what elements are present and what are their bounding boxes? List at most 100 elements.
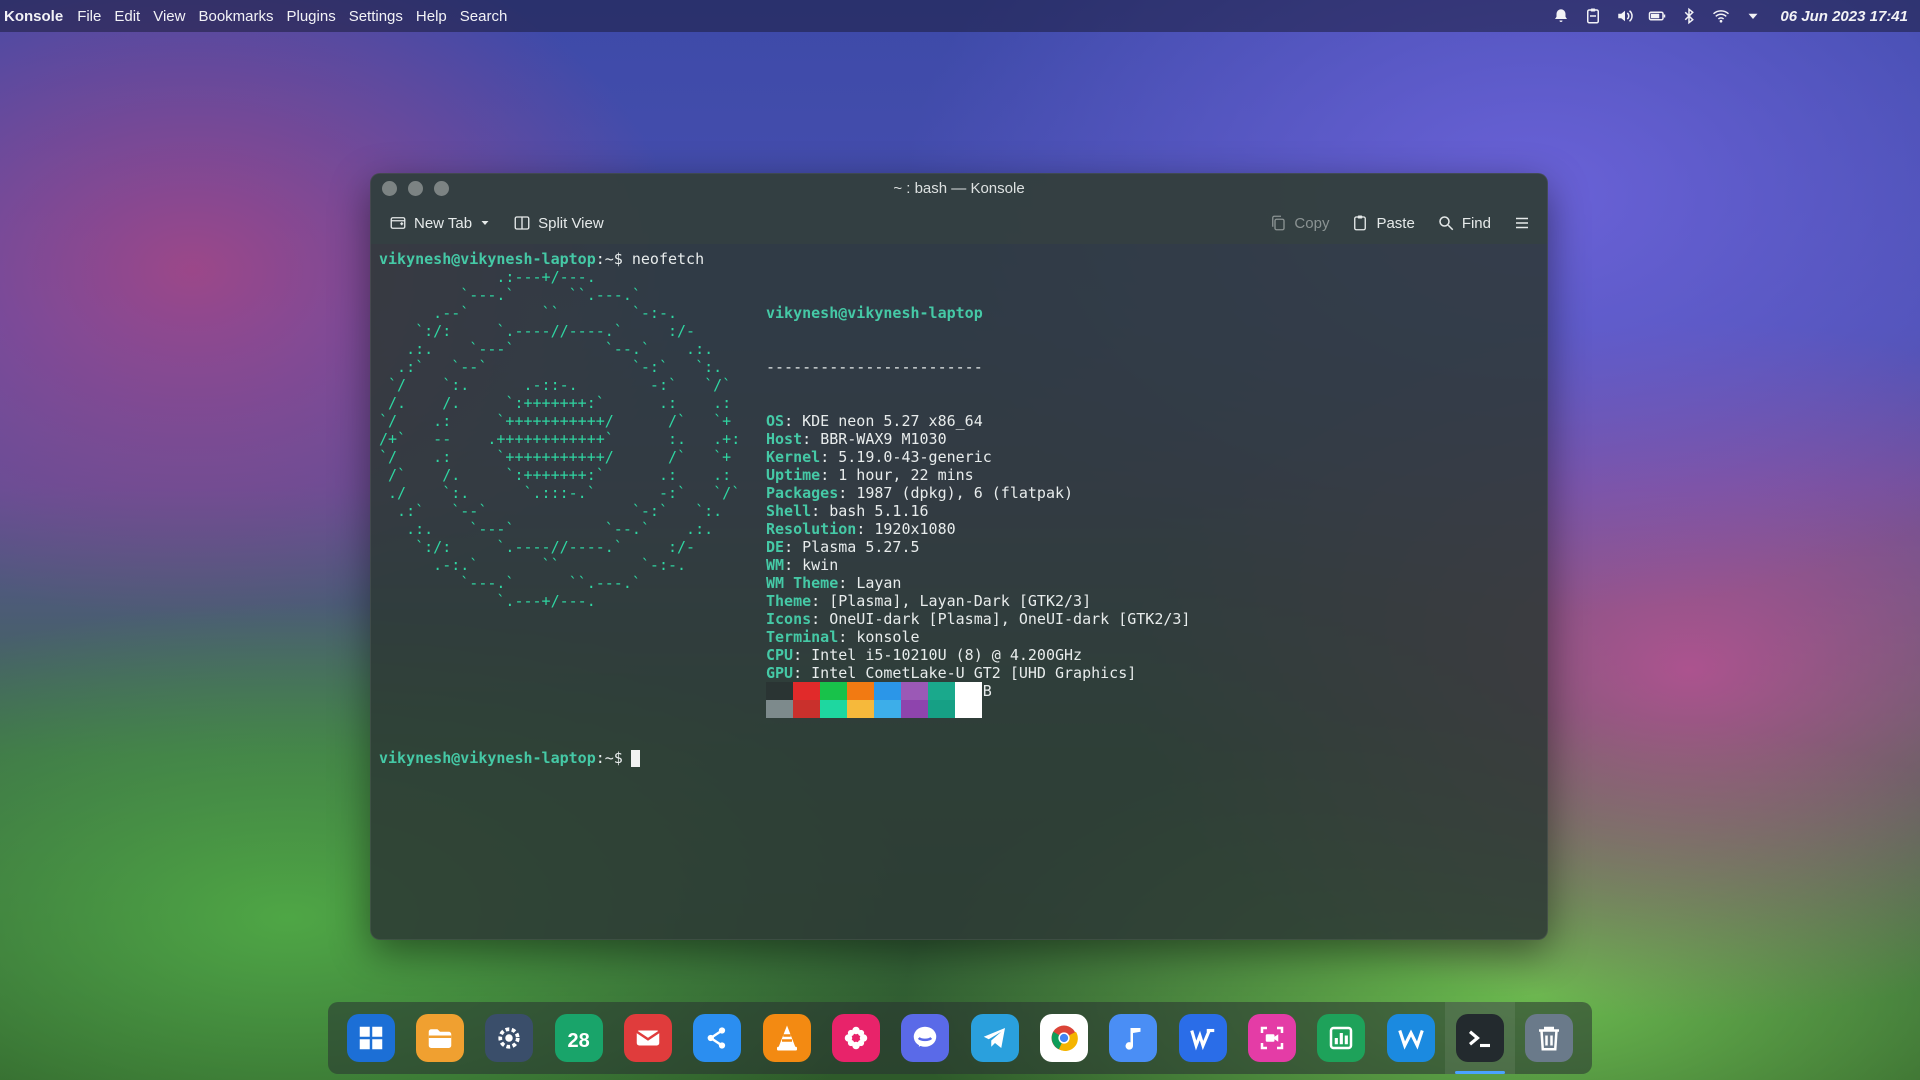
copy-label: Copy xyxy=(1294,214,1330,232)
photos-icon xyxy=(831,1014,880,1062)
menu-plugins[interactable]: Plugins xyxy=(287,8,336,25)
info-value: 1920x1080 xyxy=(874,520,956,538)
clock[interactable]: 06 Jun 2023 17:41 xyxy=(1780,8,1908,25)
dock-item[interactable] xyxy=(613,1002,682,1074)
find-label: Find xyxy=(1461,214,1491,232)
dock-item[interactable] xyxy=(1445,1002,1515,1074)
info-key: Uptime xyxy=(766,466,821,484)
wps-writer-icon xyxy=(1178,1014,1227,1062)
info-line: Shell: bash 5.1.16 xyxy=(766,502,929,520)
dock-item[interactable] xyxy=(475,1002,544,1074)
volume-icon[interactable] xyxy=(1616,7,1634,25)
screen-recorder-icon xyxy=(1247,1014,1296,1062)
dock-item[interactable] xyxy=(1515,1002,1584,1074)
dock-item[interactable] xyxy=(683,1002,752,1074)
info-line: Terminal: konsole xyxy=(766,628,920,646)
copy-button[interactable]: Copy xyxy=(1269,214,1329,232)
dock-item[interactable] xyxy=(405,1002,474,1074)
find-button[interactable]: Find xyxy=(1437,214,1491,232)
terminal-view[interactable]: vikynesh@vikynesh-laptop:~$ neofetch .:-… xyxy=(371,244,1547,939)
info-lines: OS: KDE neon 5.27 x86_64 Host: BBR-WAX9 M… xyxy=(766,412,1190,700)
new-tab-button[interactable]: New Tab xyxy=(389,214,491,232)
dock-item[interactable] xyxy=(1168,1002,1237,1074)
color-swatch xyxy=(766,682,793,718)
dock-item[interactable]: 28 xyxy=(544,1002,613,1074)
bluetooth-icon[interactable] xyxy=(1680,7,1698,25)
info-value: Plasma 5.27.5 xyxy=(802,538,920,556)
info-key: Shell xyxy=(766,502,812,520)
info-line: Icons: OneUI-dark [Plasma], OneUI-dark [… xyxy=(766,610,1191,628)
search-icon xyxy=(1439,216,1454,231)
info-key: DE xyxy=(766,538,785,556)
info-key: Icons xyxy=(766,610,812,628)
menu-bookmarks[interactable]: Bookmarks xyxy=(198,8,273,25)
system-settings-icon xyxy=(485,1014,534,1062)
dock-item[interactable] xyxy=(1376,1002,1445,1074)
info-key: GPU xyxy=(766,664,794,682)
dock-item[interactable] xyxy=(891,1002,960,1074)
dock-item[interactable] xyxy=(752,1002,821,1074)
mail-icon xyxy=(623,1014,672,1062)
info-key: Host xyxy=(766,430,803,448)
info-value: Intel CometLake-U GT2 [UHD Graphics] xyxy=(811,664,1137,682)
info-key: Terminal xyxy=(766,628,839,646)
spreadsheet-icon xyxy=(1317,1014,1366,1062)
menu-search[interactable]: Search xyxy=(460,8,508,25)
dock-item[interactable] xyxy=(1099,1002,1168,1074)
active-prompt: vikynesh@vikynesh-laptop:~$ xyxy=(379,749,640,767)
dock-item[interactable] xyxy=(1029,1002,1098,1074)
menu-edit[interactable]: Edit xyxy=(114,8,140,25)
info-key: CPU xyxy=(766,646,794,664)
calendar-icon: 28 xyxy=(554,1014,603,1062)
text-cursor xyxy=(630,749,640,767)
info-value: 5.19.0-43-generic xyxy=(838,448,992,466)
info-key: Resolution xyxy=(766,520,857,538)
notification-bell-icon[interactable] xyxy=(1552,7,1570,25)
kde-connect-icon xyxy=(693,1014,742,1062)
new-tab-label: New Tab xyxy=(414,214,473,232)
dock-item[interactable] xyxy=(336,1002,405,1074)
app-name[interactable]: Konsole xyxy=(4,8,63,25)
info-value: BBR-WAX9 M1030 xyxy=(820,430,947,448)
ascii-logo: .:---+/---. `---.` ``.---.` .--` `` `-:-… xyxy=(379,268,741,610)
chevron-down-icon xyxy=(481,221,489,225)
konsole-window: ~ : bash — Konsole New Tab Split View Co… xyxy=(370,173,1548,940)
menu-help[interactable]: Help xyxy=(416,8,447,25)
chrome-icon xyxy=(1039,1014,1088,1062)
paste-button[interactable]: Paste xyxy=(1351,214,1415,232)
dock-item[interactable] xyxy=(1307,1002,1376,1074)
file-manager-icon xyxy=(415,1014,464,1062)
menu-settings[interactable]: Settings xyxy=(349,8,403,25)
wifi-icon[interactable] xyxy=(1712,7,1730,25)
menu-file[interactable]: File xyxy=(77,8,101,25)
clipboard-icon[interactable] xyxy=(1584,7,1602,25)
color-swatch xyxy=(928,682,955,718)
calendar-day: 28 xyxy=(567,1029,590,1052)
menu-view[interactable]: View xyxy=(153,8,185,25)
dock-item[interactable] xyxy=(821,1002,890,1074)
battery-icon[interactable] xyxy=(1648,7,1666,25)
global-menu: Konsole File Edit View Bookmarks Plugins… xyxy=(4,8,520,25)
info-line: Theme: [Plasma], Layan-Dark [GTK2/3] xyxy=(766,592,1092,610)
titlebar[interactable]: ~ : bash — Konsole xyxy=(371,174,1547,202)
split-view-icon xyxy=(514,216,530,230)
split-view-label: Split View xyxy=(538,214,604,232)
info-header: vikynesh@vikynesh-laptop xyxy=(766,304,983,322)
tray-expand-icon[interactable] xyxy=(1744,7,1762,25)
info-key: WM Theme xyxy=(766,574,839,592)
trash-icon xyxy=(1525,1014,1574,1062)
prompt-suffix: :~$ xyxy=(595,250,623,268)
hamburger-menu-button[interactable] xyxy=(1513,214,1531,232)
start-menu-icon xyxy=(346,1014,395,1062)
info-line: OS: KDE neon 5.27 x86_64 xyxy=(766,412,983,430)
dock-item[interactable] xyxy=(960,1002,1029,1074)
command-line: vikynesh@vikynesh-laptop:~$ neofetch xyxy=(379,250,1539,268)
color-swatch xyxy=(874,682,901,718)
prompt-user: vikynesh@vikynesh-laptop xyxy=(379,749,596,767)
top-panel: Konsole File Edit View Bookmarks Plugins… xyxy=(0,0,1920,32)
dock-item[interactable] xyxy=(1237,1002,1306,1074)
paste-icon xyxy=(1354,215,1367,231)
split-view-button[interactable]: Split View xyxy=(513,214,604,232)
info-key: Theme xyxy=(766,592,812,610)
info-value: bash 5.1.16 xyxy=(829,502,929,520)
